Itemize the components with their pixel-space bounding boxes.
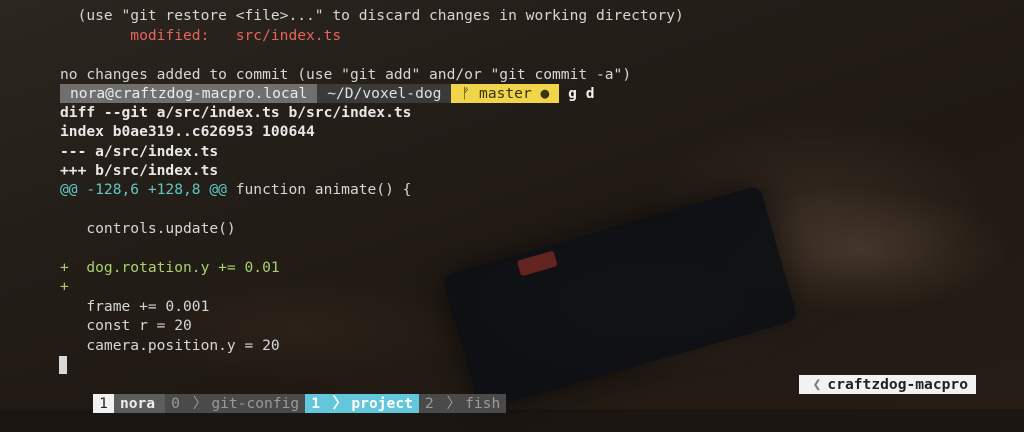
git-dirty-icon: ● [540, 85, 550, 102]
tmux-window-index: 2 [424, 395, 434, 412]
tmux-hostname: ❮ craftzdog-macpro [798, 375, 976, 394]
tmux-window-name: fish [465, 395, 501, 412]
tmux-window-index: 1 [311, 395, 320, 412]
diff-context-line: camera.position.y = 20 [60, 337, 280, 354]
tmux-session-name: nora [113, 394, 166, 413]
hunk-range: @@ -128,6 +128,8 @@ [60, 181, 227, 198]
tmux-window-name: git-config [211, 395, 300, 412]
modified-label: modified: [130, 27, 210, 44]
tmux-session-number: 1 [93, 394, 114, 413]
diff-added-line: + dog.rotation.y += 0.01 [60, 259, 280, 276]
prompt-command: g d [568, 85, 595, 102]
hunk-context: function animate() { [226, 181, 412, 198]
restore-hint-line: (use "git restore <file>..." to discard … [60, 7, 684, 24]
tmux-window-0[interactable]: 0 〉 git-config [165, 394, 306, 413]
tmux-window-name: project [351, 395, 413, 412]
modified-file: src/index.ts [235, 27, 342, 44]
tmux-hostname-label: craftzdog-macpro [827, 376, 968, 393]
diff-added-blank-line: + [60, 278, 69, 295]
diff-minus-file-line: --- a/src/index.ts [60, 143, 219, 160]
diff-plus-file-line: +++ b/src/index.ts [60, 162, 219, 179]
chevron-left-icon: ❮ [812, 376, 822, 393]
diff-header-line: diff --git a/src/index.ts b/src/index.ts [60, 104, 412, 121]
tmux-window-2[interactable]: 2 〉 fish [418, 394, 507, 413]
prompt-user-host: nora@craftzdog-macpro.local [60, 84, 318, 103]
tmux-window-separator: 〉 [192, 395, 208, 412]
diff-context-line: frame += 0.001 [60, 298, 210, 315]
tmux-window-separator: 〉 [332, 395, 348, 412]
terminal-cursor [59, 356, 67, 374]
tmux-window-1[interactable]: 1 〉 project [305, 394, 419, 413]
shell-prompt: nora@craftzdog-macpro.local ~/D/voxel-dog… [60, 84, 595, 103]
terminal-window[interactable]: (use "git restore <file>..." to discard … [0, 0, 1024, 413]
diff-index-line: index b0ae319..c626953 100644 [60, 123, 315, 140]
diff-context-line: const r = 20 [60, 317, 192, 334]
prompt-git-segment: ᚠ master ● [451, 84, 560, 103]
git-branch-icon: ᚠ [461, 85, 471, 102]
tmux-window-separator: 〉 [446, 395, 462, 412]
tmux-window-index: 0 [171, 395, 180, 412]
git-branch-name: master [479, 85, 532, 102]
diff-hunk-line: @@ -128,6 +128,8 @@ function animate() { [60, 180, 411, 199]
no-changes-line: no changes added to commit (use "git add… [60, 66, 632, 83]
prompt-path: ~/D/voxel-dog [317, 84, 452, 103]
modified-line: modified: src/index.ts [60, 26, 341, 45]
diff-context-line: controls.update() [60, 220, 236, 237]
